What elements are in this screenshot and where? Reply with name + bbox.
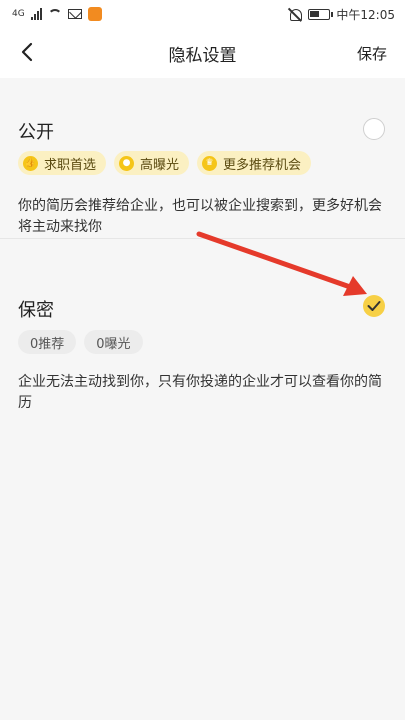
public-option[interactable]: 公开 👍 求职首选 ● 高曝光 ♛ 更多推荐机会 你的简历会推荐给企业，也可以被… <box>0 78 405 238</box>
tag-high-exposure: ● 高曝光 <box>114 151 190 175</box>
signal-icon <box>30 8 42 20</box>
public-radio-button[interactable] <box>363 118 385 140</box>
back-arrow-icon[interactable] <box>18 42 38 62</box>
tag-label: 0推荐 <box>30 336 65 352</box>
tag-label: 更多推荐机会 <box>223 157 302 173</box>
thumbs-up-icon: 👍 <box>23 155 38 171</box>
red-arrow-annotation <box>196 231 367 296</box>
mail-icon <box>67 9 82 19</box>
tag-label: 求职首选 <box>44 157 97 173</box>
network-type: 4G <box>12 9 25 19</box>
public-option-title: 公开 <box>18 122 54 143</box>
status-left: 4G <box>12 7 102 21</box>
tag-label: 高曝光 <box>140 157 180 173</box>
navigation-bar: 隐私设置 保存 <box>0 28 405 78</box>
tag-label: 0曝光 <box>96 336 131 352</box>
public-tags: 👍 求职首选 ● 高曝光 ♛ 更多推荐机会 <box>18 151 312 175</box>
status-right: 中午12:05 <box>288 6 395 23</box>
flame-icon: ● <box>119 155 135 171</box>
tag-zero-exposure: 0曝光 <box>84 330 143 354</box>
wifi-icon <box>47 9 62 19</box>
clock: 中午12:05 <box>336 7 395 22</box>
private-option-title: 保密 <box>18 300 54 321</box>
status-bar: 4G 中午12:05 <box>0 0 405 28</box>
private-tags: 0推荐 0曝光 <box>18 330 143 354</box>
battery-icon <box>308 8 334 20</box>
save-button[interactable]: 保存 <box>357 43 387 64</box>
tag-zero-recommend: 0推荐 <box>18 330 77 354</box>
tag-more-recommendations: ♛ 更多推荐机会 <box>197 151 312 175</box>
mute-icon <box>288 7 303 21</box>
app-notification-icon <box>87 7 102 21</box>
crown-icon: ♛ <box>202 155 218 171</box>
private-description: 企业无法主动找到你，只有你投递的企业才可以查看你的简历 <box>18 374 382 411</box>
page-title: 隐私设置 <box>168 45 237 66</box>
tag-job-first: 👍 求职首选 <box>18 151 107 175</box>
